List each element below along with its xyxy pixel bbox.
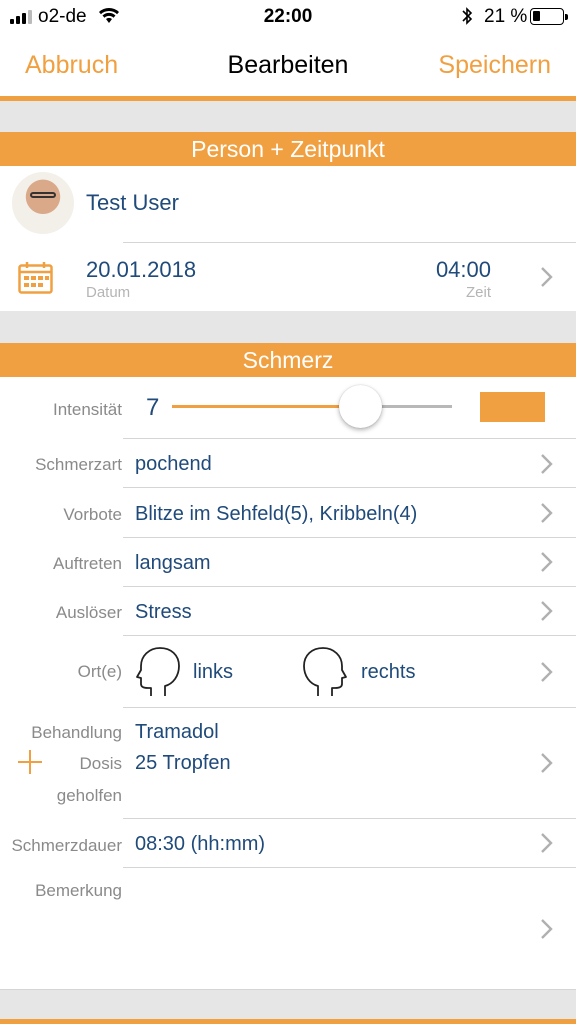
row-divider <box>123 818 576 819</box>
section-gap <box>0 101 576 132</box>
date-value: 20.01.2018 <box>86 257 197 282</box>
row-divider <box>123 438 576 439</box>
chevron-right-icon <box>541 662 553 682</box>
avatar <box>12 172 74 234</box>
duration-value: 08:30 (hh:mm) <box>135 833 266 855</box>
row-divider <box>123 867 576 868</box>
onset-value: langsam <box>135 552 211 574</box>
chevron-right-icon <box>541 919 553 939</box>
treatment-label: Behandlung <box>31 723 122 742</box>
calendar-icon <box>18 262 53 294</box>
date-label: Datum <box>86 284 131 301</box>
row-divider <box>123 487 576 488</box>
bluetooth-icon <box>460 6 474 32</box>
intensity-label: Intensität <box>53 400 122 419</box>
location-left-value[interactable]: links <box>193 661 233 684</box>
row-divider <box>123 537 576 538</box>
battery-icon <box>530 8 568 25</box>
chevron-right-icon <box>541 267 553 287</box>
location-right-value[interactable]: rechts <box>361 661 415 684</box>
chevron-right-icon <box>541 753 553 773</box>
chevron-right-icon <box>541 833 553 853</box>
dose-label: Dosis <box>79 754 122 773</box>
section-gap <box>0 989 576 1019</box>
save-button[interactable]: Speichern <box>438 51 551 80</box>
time-label: Zeit <box>465 284 491 301</box>
cancel-button[interactable]: Abbruch <box>25 51 118 80</box>
treatment-value: Tramadol <box>135 721 219 743</box>
pain-type-label: Schmerzart <box>35 455 122 474</box>
battery-percent: 21 % <box>484 6 528 27</box>
slider-track-filled[interactable] <box>172 405 360 408</box>
onset-label: Auftreten <box>53 554 122 573</box>
user-name: Test User <box>86 190 179 215</box>
chevron-right-icon <box>541 454 553 474</box>
navigation-bar: Abbruch Bearbeiten Speichern <box>0 34 576 96</box>
time-value: 04:00 <box>435 257 491 282</box>
remark-label: Bemerkung <box>35 881 122 900</box>
row-divider <box>123 635 576 636</box>
section-gap <box>0 311 576 343</box>
section-header-person: Person + Zeitpunkt <box>0 132 576 166</box>
duration-label: Schmerzdauer <box>11 836 122 855</box>
pain-type-value: pochend <box>135 453 212 475</box>
chevron-right-icon <box>541 552 553 572</box>
chevron-right-icon <box>541 503 553 523</box>
bottom-divider <box>0 1019 576 1024</box>
intensity-value: 7 <box>146 394 160 421</box>
aura-value: Blitze im Sehfeld(5), Kribbeln(4) <box>135 503 418 525</box>
location-label: Ort(e) <box>77 662 122 681</box>
intensity-color-swatch <box>480 392 545 422</box>
head-left-icon[interactable] <box>135 646 183 698</box>
trigger-label: Auslöser <box>55 603 122 622</box>
dose-value: 25 Tropfen <box>135 752 231 774</box>
row-divider <box>123 586 576 587</box>
chevron-right-icon <box>541 601 553 621</box>
row-divider <box>123 707 576 708</box>
trigger-value: Stress <box>135 601 192 623</box>
plus-icon[interactable] <box>18 750 42 774</box>
row-divider <box>123 242 576 243</box>
helped-label: geholfen <box>56 786 122 805</box>
head-right-icon[interactable] <box>300 646 348 698</box>
aura-label: Vorbote <box>63 505 122 524</box>
status-bar: o2-de 22:00 21 % <box>0 0 576 34</box>
intensity-slider-thumb[interactable] <box>338 385 382 428</box>
section-header-pain: Schmerz <box>0 343 576 377</box>
